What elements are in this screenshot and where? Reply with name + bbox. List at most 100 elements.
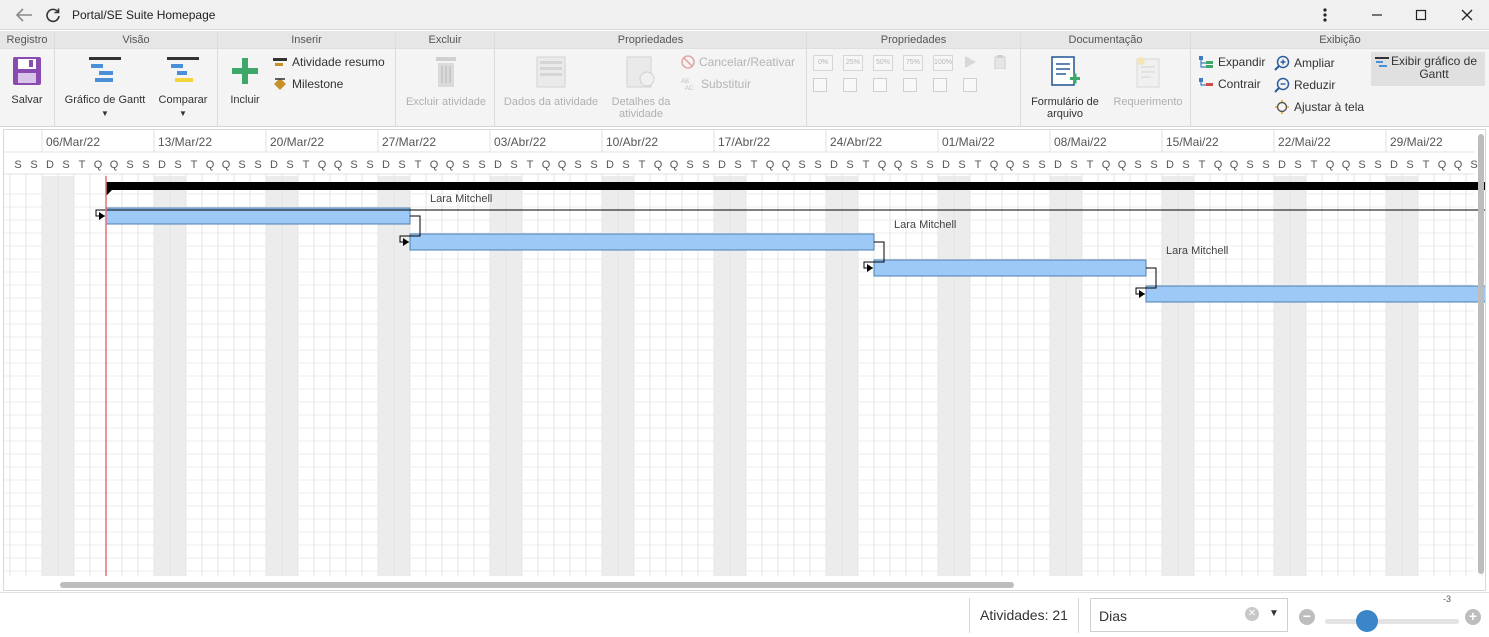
- progress-4-button[interactable]: 100%: [933, 55, 953, 71]
- refresh-icon[interactable]: [42, 5, 64, 25]
- collapse-button[interactable]: Contrair: [1198, 77, 1261, 91]
- day-letter: T: [1199, 159, 1206, 171]
- day-letter: Q: [1214, 159, 1223, 171]
- zoom-slider-track[interactable]: [1325, 619, 1459, 624]
- show-gantt-button[interactable]: Exibir gráfico de Gantt: [1371, 52, 1485, 86]
- day-letter: S: [1358, 159, 1365, 171]
- activities-count: Atividades: 21: [980, 607, 1068, 623]
- indent-icon[interactable]: [843, 78, 857, 92]
- day-letter: D: [942, 159, 950, 171]
- day-letter: Q: [878, 159, 887, 171]
- activity-data-button[interactable]: Dados da atividade: [501, 55, 601, 108]
- day-letter: S: [366, 159, 373, 171]
- more-options-icon[interactable]: [1315, 5, 1335, 25]
- progress-1-button[interactable]: 25%: [843, 55, 863, 71]
- day-letter: T: [975, 159, 982, 171]
- week-label: 29/Mai/22: [1390, 135, 1443, 149]
- day-letter: D: [382, 159, 390, 171]
- status-bar: Atividades: 21 Dias ✕ ▼ − -3 +: [0, 592, 1489, 637]
- time-scale-select[interactable]: Dias ✕ ▼: [1090, 598, 1288, 632]
- day-letter: S: [622, 159, 629, 171]
- day-letter: Q: [222, 159, 231, 171]
- gantt-chart[interactable]: 06/Mar/22 13/Mar/22 20/Mar/22 27/Mar/22 03/A…: [3, 129, 1486, 591]
- day-letter: D: [830, 159, 838, 171]
- minimize-icon[interactable]: [1367, 5, 1387, 25]
- close-icon[interactable]: [1457, 5, 1477, 25]
- zoom-out-button[interactable]: Reduzir: [1274, 77, 1335, 93]
- day-letter: T: [79, 159, 86, 171]
- day-letter: Q: [894, 159, 903, 171]
- group-visao: Visão Gráfico de Gantt ▼ Comparar ▼: [55, 31, 218, 127]
- group-header: Documentação: [1021, 31, 1190, 49]
- link-icon[interactable]: [933, 78, 947, 92]
- trash-icon: [400, 55, 492, 92]
- file-form-button[interactable]: Formulário de arquivo: [1026, 55, 1104, 120]
- move-up-icon[interactable]: [903, 78, 917, 92]
- zoom-out-label: Reduzir: [1294, 78, 1336, 92]
- clear-icon[interactable]: ✕: [1245, 607, 1259, 621]
- expand-button[interactable]: Expandir: [1198, 55, 1265, 69]
- day-letter: S: [734, 159, 741, 171]
- day-letter: T: [1311, 159, 1318, 171]
- zoom-in-button[interactable]: Ampliar: [1274, 55, 1335, 71]
- clipboard-icon[interactable]: [993, 55, 1007, 72]
- group-documentacao: Documentação Formulário de arquivo Reque…: [1021, 31, 1191, 127]
- activity-details-button[interactable]: Detalhes da atividade: [605, 55, 677, 120]
- cancel-reactivate-button[interactable]: Cancelar/Reativar: [681, 55, 795, 69]
- fit-to-screen-button[interactable]: Ajustar à tela: [1274, 99, 1364, 115]
- progress-2-button[interactable]: 50%: [873, 55, 893, 71]
- requirement-icon: [1109, 55, 1187, 92]
- task-bar: [873, 259, 1147, 277]
- day-letter: D: [718, 159, 726, 171]
- unlink-icon[interactable]: [963, 78, 977, 92]
- progress-0-button[interactable]: 0%: [813, 55, 833, 71]
- day-letter: S: [1246, 159, 1253, 171]
- requirement-label: Requerimento: [1113, 96, 1183, 108]
- progress-3-button[interactable]: 75%: [903, 55, 923, 71]
- day-letter: S: [62, 159, 69, 171]
- day-letter: Q: [430, 159, 439, 171]
- move-down-icon[interactable]: [873, 78, 887, 92]
- horizontal-scrollbar: [60, 582, 1014, 588]
- group-header: Propriedades: [495, 31, 806, 49]
- delete-activity-button[interactable]: Excluir atividade: [400, 55, 492, 108]
- zoom-plus-icon[interactable]: +: [1465, 609, 1481, 625]
- day-letter: S: [574, 159, 581, 171]
- replace-button[interactable]: AB AC Substituir: [681, 77, 751, 91]
- back-arrow-icon[interactable]: [12, 5, 36, 25]
- resource-label: Lara Mitchell: [430, 193, 492, 205]
- add-button[interactable]: Incluir: [224, 55, 266, 106]
- day-letter: S: [1150, 159, 1157, 171]
- milestone-button[interactable]: Milestone: [272, 77, 343, 91]
- chevron-down-icon: ▼: [179, 109, 187, 118]
- zoom-minus-icon[interactable]: −: [1299, 609, 1315, 625]
- dependency-arrow: [867, 264, 873, 272]
- day-letter: D: [158, 159, 166, 171]
- dropdown-arrow-icon[interactable]: ▼: [1269, 608, 1279, 619]
- week-label: 17/Abr/22: [718, 135, 770, 149]
- day-letter: T: [527, 159, 534, 171]
- week-label: 24/Abr/22: [830, 135, 882, 149]
- add-label: Incluir: [230, 94, 260, 106]
- summary-activity-button[interactable]: Atividade resumo: [272, 55, 385, 69]
- day-letter: S: [814, 159, 821, 171]
- maximize-icon[interactable]: [1411, 5, 1431, 25]
- group-header: Inserir: [218, 31, 395, 49]
- day-letter: Q: [558, 159, 567, 171]
- requirement-button[interactable]: Requerimento: [1109, 55, 1187, 108]
- outdent-icon[interactable]: [813, 78, 827, 92]
- compare-button[interactable]: Comparar ▼: [153, 55, 213, 120]
- document-add-icon: [1026, 55, 1104, 92]
- day-letter: S: [926, 159, 933, 171]
- day-letter: S: [702, 159, 709, 171]
- collapse-icon: [1199, 78, 1213, 86]
- save-button[interactable]: Salvar: [4, 55, 50, 106]
- day-letter: T: [751, 159, 758, 171]
- gantt-chart-button[interactable]: Gráfico de Gantt ▼: [60, 55, 150, 120]
- day-letter: S: [350, 159, 357, 171]
- ribbon-toolbar: Registro Salvar Visão Gráfico de Gantt ▼…: [0, 31, 1489, 127]
- play-icon[interactable]: [963, 55, 977, 72]
- svg-text:AC: AC: [685, 86, 694, 91]
- zoom-slider-thumb[interactable]: [1355, 610, 1378, 632]
- summary-activity-label: Atividade resumo: [292, 55, 385, 69]
